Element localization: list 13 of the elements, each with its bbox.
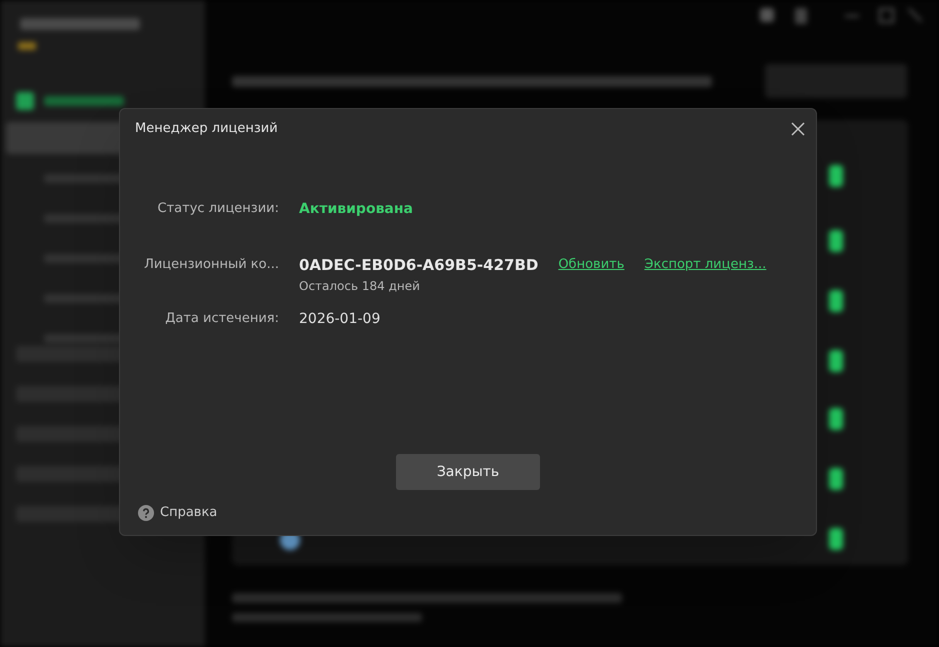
remaining-days: Осталось 184 дней	[299, 277, 766, 295]
license-key: 0ADEC-EB0D6-A69B5-427BD	[299, 254, 538, 276]
help-link[interactable]: Справка	[160, 502, 218, 522]
dialog-title: Менеджер лицензий	[135, 120, 279, 138]
field-label: Дата истечения:	[164, 310, 279, 328]
field-label: Лицензионный ко...	[143, 256, 279, 274]
field-value: 2026-01-09	[299, 310, 380, 329]
link[interactable]: Обновить	[558, 255, 624, 275]
close-button[interactable]: Закрыть	[396, 454, 540, 490]
help-icon	[138, 504, 154, 520]
field-label: Статус лицензии:	[156, 200, 279, 218]
status-value: Активирована	[299, 200, 413, 219]
link[interactable]: Экспорт лиценз...	[644, 255, 766, 275]
